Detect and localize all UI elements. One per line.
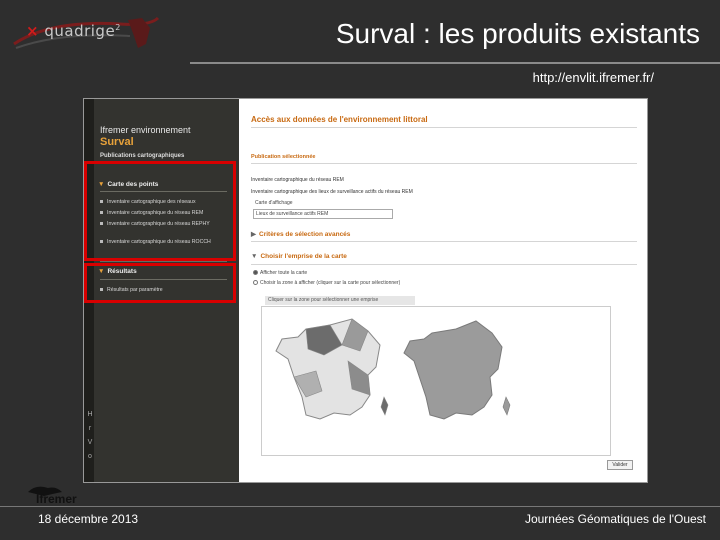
main-divider — [251, 241, 637, 242]
ifremer-logo: Ifremer — [26, 484, 86, 508]
logo-text: quadrige — [44, 22, 116, 40]
triangle-down-icon: ▼ — [251, 253, 258, 260]
surval-screenshot: Ifremer environnement Surval Publication… — [83, 98, 648, 483]
footer-divider — [0, 506, 720, 507]
sidebar-vertical-letter: V — [87, 439, 93, 446]
france-gray-map — [403, 320, 511, 420]
sidebar-vertical-letter: H — [87, 411, 93, 418]
title-divider — [190, 62, 720, 64]
publication-line: Inventaire cartographique des lieux de s… — [251, 189, 413, 195]
quadrige-logo: × quadrige2 — [8, 12, 168, 56]
triangle-right-icon: ▶ — [251, 231, 256, 238]
footer-date: 18 décembre 2013 — [38, 512, 139, 526]
sidebar-brand: Ifremer environnement — [100, 125, 191, 135]
main-divider — [251, 264, 637, 265]
map-select[interactable]: Lieux de surveillance actifs REM — [253, 209, 393, 219]
footer-event: Journées Géomatiques de l'Ouest — [524, 512, 706, 526]
radio-choose-zone[interactable]: Choisir la zone à afficher (cliquer sur … — [253, 280, 400, 286]
sidebar-vertical-letter: o — [88, 453, 92, 460]
main-title: Accès aux données de l'environnement lit… — [251, 115, 428, 124]
publication-selected-label: Publication sélectionnée — [251, 154, 316, 160]
radio-icon — [253, 270, 258, 276]
section-criteres[interactable]: ▶ Critères de sélection avancés — [251, 230, 350, 238]
france-map[interactable] — [262, 307, 612, 457]
section-emprise[interactable]: ▼ Choisir l'emprise de la carte — [251, 253, 347, 260]
france-regions-map — [275, 318, 389, 420]
highlight-carte-box — [84, 161, 236, 261]
highlight-resultats-box — [84, 263, 236, 303]
map-select-label: Carte d'affichage — [255, 200, 293, 206]
map-hint: Cliquer sur la zone pour sélectionner un… — [265, 296, 415, 305]
sidebar-divider — [100, 261, 227, 262]
slide-title: Surval : les produits existants — [335, 18, 700, 49]
map-frame[interactable] — [261, 306, 611, 456]
surval-main-panel: Accès aux données de l'environnement lit… — [239, 99, 647, 482]
sidebar-app-name: Surval — [100, 136, 134, 148]
main-divider — [251, 127, 637, 128]
source-url[interactable]: http://envlit.ifremer.fr/ — [533, 70, 654, 85]
radio-icon — [253, 280, 258, 286]
main-divider — [251, 163, 637, 164]
sidebar-vertical-letter: r — [88, 425, 92, 432]
radio-full-map[interactable]: Afficher toute la carte — [253, 270, 307, 276]
sidebar-publications-heading: Publications cartographiques — [100, 153, 185, 159]
validate-button[interactable]: Valider — [607, 460, 633, 470]
publication-line: Inventaire cartographique du réseau REM — [251, 177, 344, 183]
